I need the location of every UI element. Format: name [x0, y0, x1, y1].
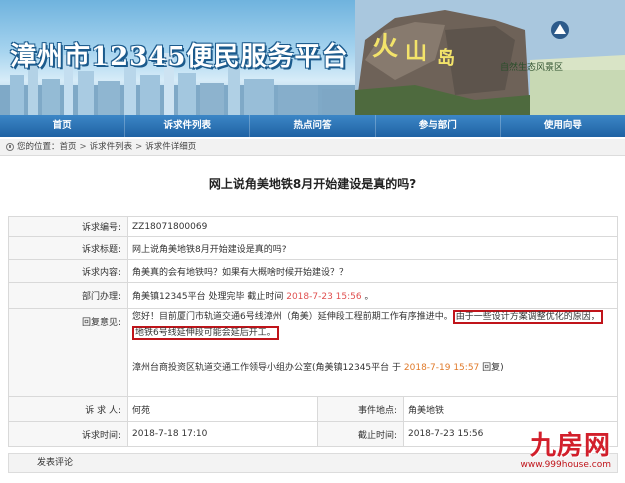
reply-body-2: 地铁6号线延伸段可能会延后开工。	[132, 325, 613, 341]
breadcrumb-separator: >	[135, 141, 143, 152]
label-request-content: 诉求内容:	[8, 259, 128, 283]
breadcrumb: 您的位置： 首页 > 诉求件列表 > 诉求件详细页	[0, 139, 625, 156]
reply-date: 2018-7-19 15:57	[403, 363, 480, 373]
watermark-url: www.999house.com	[520, 460, 611, 470]
header-banner: 漳州市12345便民服务平台 火 山 岛 自然生态风景区	[0, 0, 625, 115]
site-title: 漳州市12345便民服务平台	[10, 42, 349, 72]
rock-char-2: 山	[405, 39, 428, 65]
label-location: 事件地点:	[317, 396, 404, 422]
breadcrumb-current: 诉求件详细页	[145, 141, 197, 152]
page-title: 网上说角美地铁8月开始建设是真的吗?	[208, 177, 417, 191]
reply-sign-text: 漳州台商投资区轨道交通工作领导小组办公室(角美镇12345平台 于	[132, 363, 402, 373]
reply-highlight-1: 由于一些设计方案调整优化的原因，	[452, 310, 603, 324]
request-detail-table: 诉求编号: ZZ18071800069 诉求标题: 网上说角美地铁8月开始建设是…	[8, 216, 618, 447]
location-icon	[6, 143, 14, 151]
rock-char-1: 火	[372, 32, 399, 62]
requester-value: 何苑	[127, 396, 318, 422]
reply-end: 回复)	[482, 363, 504, 373]
department-text: 角美镇12345平台 处理完毕 截止时间	[132, 292, 284, 302]
request-title-value: 网上说角美地铁8月开始建设是真的吗?	[127, 236, 618, 260]
reply-text: 您好！目前厦门市轨道交通6号线漳州（角美）延伸段工程前期工作有序推进中。	[132, 312, 453, 322]
label-request-title: 诉求标题:	[8, 236, 128, 260]
reply-signature: 漳州台商投资区轨道交通工作领导小组办公室(角美镇12345平台 于 2018-7…	[132, 361, 613, 375]
nav-departments[interactable]: 参与部门	[376, 115, 501, 137]
nav-home[interactable]: 首页	[0, 115, 126, 137]
breadcrumb-home[interactable]: 首页	[60, 139, 77, 156]
reply-value: 您好！目前厦门市轨道交通6号线漳州（角美）延伸段工程前期工作有序推进中。 由于一些…	[127, 308, 618, 397]
watermark-logo: 九房网	[529, 431, 611, 461]
breadcrumb-separator: >	[79, 141, 87, 152]
label-department: 部门办理:	[8, 282, 128, 309]
rock-char-3: 岛	[437, 48, 455, 69]
main-nav: 首页 诉求件列表 热点问答 参与部门 使用向导	[0, 115, 625, 137]
department-value: 角美镇12345平台 处理完毕 截止时间 2018-7-23 15:56 。	[127, 282, 618, 309]
request-time-value: 2018-7-18 17:10	[127, 421, 318, 447]
label-request-time: 诉求时间:	[8, 421, 128, 447]
department-deadline: 2018-7-23 15:56	[286, 292, 362, 302]
park-name: 自然生态风景区	[500, 63, 564, 73]
watermark: 九房网 www.999house.com	[520, 432, 611, 470]
department-end: 。	[364, 292, 374, 302]
reply-body: 您好！目前厦门市轨道交通6号线漳州（角美）延伸段工程前期工作有序推进中。 由于一些…	[132, 309, 613, 325]
nav-guide[interactable]: 使用向导	[501, 115, 625, 137]
breadcrumb-request-list[interactable]: 诉求件列表	[90, 139, 133, 156]
request-content-value: 角美真的会有地铁吗？如果有大概啥时候开始建设？？	[127, 259, 618, 283]
label-request-id: 诉求编号:	[8, 216, 128, 237]
label-deadline: 截止时间:	[317, 421, 404, 447]
location-value: 角美地铁	[403, 396, 618, 422]
label-requester: 诉 求 人:	[8, 396, 128, 422]
reply-highlight-2: 地铁6号线延伸段可能会延后开工。	[132, 326, 279, 340]
breadcrumb-prefix: 您的位置：	[17, 141, 60, 152]
nav-hot-qa[interactable]: 热点问答	[250, 115, 376, 137]
label-reply: 回复意见:	[8, 308, 128, 397]
nav-request-list[interactable]: 诉求件列表	[125, 115, 251, 137]
request-id-value: ZZ18071800069	[127, 216, 618, 237]
